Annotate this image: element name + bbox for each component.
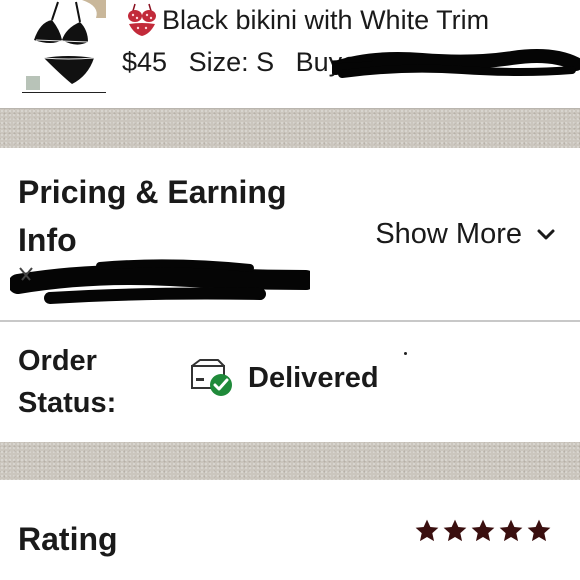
order-status-label: Order Status: <box>18 345 117 419</box>
star-icon <box>471 519 495 542</box>
item-meta-row: $45 Size: S Buyer: <box>122 44 388 80</box>
rating-label: Rating <box>18 521 118 557</box>
package-delivered-icon <box>191 359 232 396</box>
item-price: $45 <box>122 47 168 77</box>
star-icon <box>415 519 439 542</box>
item-title-row[interactable]: Black bikini with White Trim <box>124 2 489 38</box>
pricing-title: Pricing & Earning Info <box>18 174 287 258</box>
buyer-label: Buyer: <box>295 47 374 77</box>
chevron-down-icon <box>537 229 555 239</box>
order-status-section: Order Status: Delivered <box>0 322 580 442</box>
show-more-label: Show More <box>375 218 522 250</box>
item-title: Black bikini with White Trim <box>162 5 490 35</box>
rating-section: Rating <box>0 480 580 580</box>
star-icon <box>443 519 467 542</box>
bikini-product-thumbnail[interactable] <box>22 0 106 93</box>
pricing-earning-section: Pricing & Earning Info Show More <box>0 148 580 322</box>
star-icon <box>499 519 523 542</box>
stray-dot <box>404 352 407 355</box>
rating-stars <box>414 518 552 544</box>
item-size: Size: S <box>188 47 275 77</box>
order-status-value: Delivered <box>248 362 379 394</box>
section-separator <box>0 109 580 148</box>
bikini-emoji-icon <box>128 3 156 36</box>
section-separator <box>0 442 580 480</box>
order-item-header[interactable]: Black bikini with White Trim $45 Size: S… <box>0 0 580 109</box>
star-icon <box>527 519 551 542</box>
show-more-button[interactable]: Show More <box>375 218 556 251</box>
